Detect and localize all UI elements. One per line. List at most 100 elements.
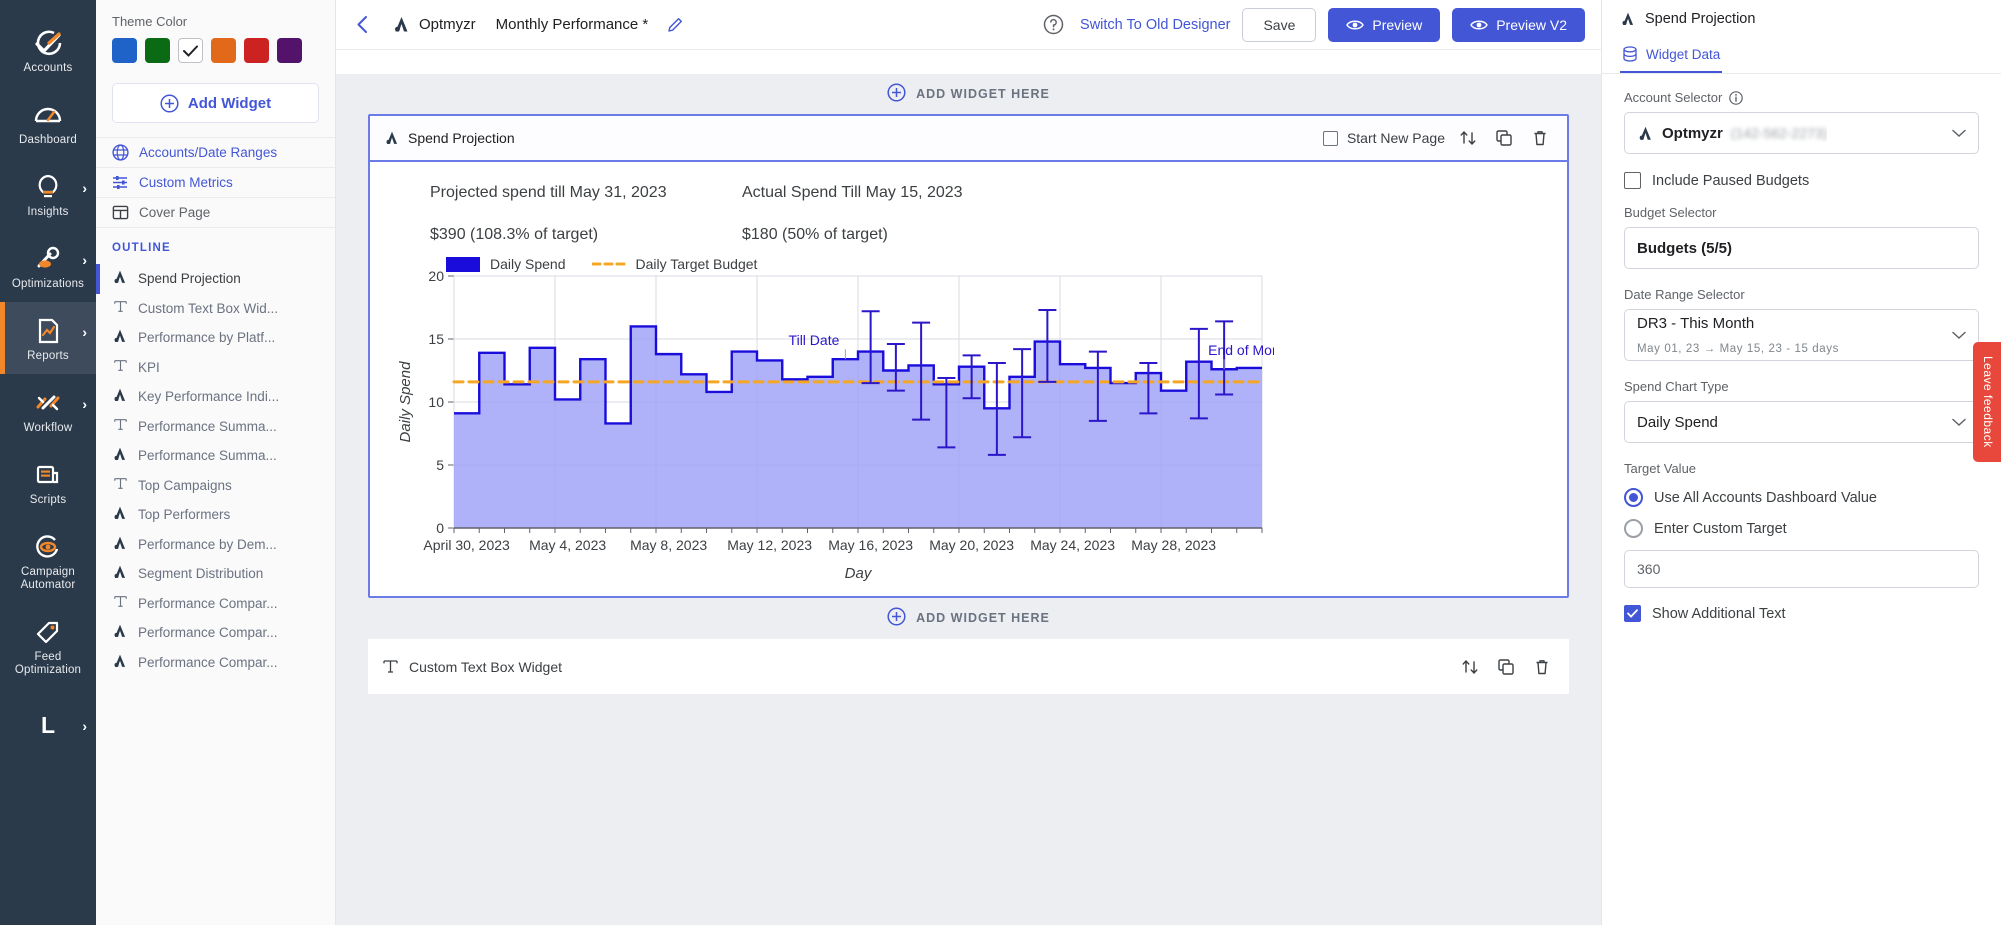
chart-icon — [1620, 11, 1636, 27]
brand: Optmyzr — [392, 15, 476, 34]
add-widget-here-top[interactable]: ADD WIDGET HERE — [368, 74, 1569, 114]
sidebar-item-campaign-automator[interactable]: Campaign Automator — [0, 518, 96, 603]
custom-text-box-widget[interactable]: Custom Text Box Widget — [368, 638, 1569, 694]
add-widget-here-label: ADD WIDGET HERE — [916, 611, 1050, 625]
optmyzr-logo-icon — [1637, 125, 1654, 142]
outline-item[interactable]: Performance Summa... — [96, 412, 335, 442]
outline-item[interactable]: Performance by Platf... — [96, 323, 335, 353]
theme-swatch-purple[interactable] — [277, 38, 302, 63]
outline-item[interactable]: Spend Projection — [96, 264, 335, 294]
radio-button[interactable] — [1624, 488, 1643, 507]
chart-icon — [112, 505, 128, 524]
start-new-page-checkbox[interactable] — [1323, 131, 1338, 146]
theme-swatch-green[interactable] — [145, 38, 170, 63]
outline-item[interactable]: Performance by Dem... — [96, 530, 335, 560]
report-canvas: ADD WIDGET HERE Spend Projection Start N… — [336, 50, 1601, 925]
top-toolbar: Optmyzr Monthly Performance * Switch To … — [336, 0, 1601, 50]
start-new-page-toggle[interactable]: Start New Page — [1323, 130, 1445, 146]
delete-icon[interactable] — [1527, 125, 1553, 151]
chart-icon — [112, 564, 128, 583]
eye-icon — [1470, 18, 1488, 32]
show-additional-text-checkbox[interactable] — [1624, 605, 1641, 622]
leave-feedback-tab[interactable]: Leave feedback — [1973, 342, 2001, 462]
sidebar-item-accounts[interactable]: Accounts — [0, 14, 96, 86]
preview-button[interactable]: Preview — [1328, 8, 1440, 42]
chevron-down-icon — [1952, 129, 1966, 138]
sidebar-item-scripts[interactable]: Scripts — [0, 446, 96, 518]
y-axis-tick: 15 — [428, 331, 444, 347]
chart-icon — [112, 387, 128, 406]
sidebar-item-label: Optimizations — [0, 278, 96, 291]
outline-item[interactable]: Key Performance Indi... — [96, 382, 335, 412]
include-paused-budgets-checkbox[interactable] — [1624, 172, 1641, 189]
sort-icon[interactable] — [1457, 654, 1483, 680]
back-arrow-icon[interactable] — [346, 8, 380, 42]
scripts-icon — [0, 459, 96, 489]
chevron-right-icon: › — [82, 324, 87, 340]
budget-selector[interactable]: Budgets (5/5) — [1624, 227, 1979, 269]
sidebar-item-optimizations[interactable]: › Optimizations — [0, 230, 96, 302]
stat-title: Projected spend till May 31, 2023 — [430, 184, 742, 202]
delete-icon[interactable] — [1529, 654, 1555, 680]
show-additional-text-row[interactable]: Show Additional Text — [1624, 605, 1979, 622]
sidebar-item-workflow[interactable]: › Workflow — [0, 374, 96, 446]
editor-main: Optmyzr Monthly Performance * Switch To … — [336, 0, 1601, 925]
chart-svg: 05101520April 30, 2023May 4, 2023May 8, … — [394, 270, 1274, 586]
outline-item[interactable]: Performance Summa... — [96, 441, 335, 471]
radio-use-all-accounts[interactable]: Use All Accounts Dashboard Value — [1624, 488, 1979, 507]
x-axis-label: Day — [845, 565, 873, 582]
x-axis-tick: May 8, 2023 — [630, 537, 707, 553]
outline-item[interactable]: Performance Compar... — [96, 648, 335, 678]
theme-swatch-orange[interactable] — [211, 38, 236, 63]
widget-title: Spend Projection — [384, 130, 515, 146]
include-paused-budgets-row[interactable]: Include Paused Budgets — [1624, 172, 1979, 189]
duplicate-icon[interactable] — [1491, 125, 1517, 151]
outline-item[interactable]: Segment Distribution — [96, 559, 335, 589]
panel-scrollbar[interactable] — [1601, 182, 1602, 302]
outline-item[interactable]: KPI — [96, 353, 335, 383]
preview-v2-button[interactable]: Preview V2 — [1452, 8, 1585, 42]
theme-swatch-red[interactable] — [244, 38, 269, 63]
duplicate-icon[interactable] — [1493, 654, 1519, 680]
radio-enter-custom-target[interactable]: Enter Custom Target — [1624, 519, 1979, 538]
sidebar-item-reports[interactable]: › Reports — [0, 302, 96, 374]
outline-item[interactable]: Performance Compar... — [96, 589, 335, 619]
pencil-icon[interactable] — [660, 10, 690, 40]
sidebar-item-insights[interactable]: › Insights — [0, 158, 96, 230]
document-title[interactable]: Monthly Performance * — [496, 16, 649, 33]
info-icon[interactable] — [1729, 91, 1743, 105]
x-axis-tick: May 12, 2023 — [727, 537, 812, 553]
outline-link-accounts-date-ranges[interactable]: Accounts/Date Ranges — [96, 137, 335, 167]
tab-widget-data[interactable]: Widget Data — [1620, 38, 1722, 73]
stat-row: Projected spend till May 31, 2023 $390 (… — [394, 178, 1543, 248]
sidebar-item-feed-optimization[interactable]: Feed Optimization — [0, 603, 96, 688]
add-widget-here-bottom[interactable]: ADD WIDGET HERE — [368, 598, 1569, 638]
theme-swatch-blue[interactable] — [112, 38, 137, 63]
outline-item-label: Segment Distribution — [138, 566, 263, 581]
spend-projection-widget[interactable]: Spend Projection Start New Page — [368, 114, 1569, 598]
account-selector[interactable]: Optmyzr (142-562-2273) — [1624, 112, 1979, 154]
date-range-selector[interactable]: DR3 - This Month May 01, 23 → May 15, 23… — [1624, 309, 1979, 361]
outline-item[interactable]: Top Performers — [96, 500, 335, 530]
outline-item[interactable]: Top Campaigns — [96, 471, 335, 501]
outline-link-cover-page[interactable]: Cover Page — [96, 197, 335, 227]
sidebar-item-l[interactable]: L › — [0, 688, 96, 751]
radio-button[interactable] — [1624, 519, 1643, 538]
custom-target-input[interactable]: 360 — [1624, 550, 1979, 588]
switch-to-old-designer-link[interactable]: Switch To Old Designer — [1080, 17, 1230, 33]
sidebar-item-dashboard[interactable]: Dashboard — [0, 86, 96, 158]
theme-swatch-selected[interactable] — [178, 38, 203, 63]
sidebar-item-label: Campaign Automator — [0, 566, 96, 592]
x-axis-tick: May 24, 2023 — [1030, 537, 1115, 553]
save-button[interactable]: Save — [1242, 8, 1316, 42]
outline-link-custom-metrics[interactable]: Custom Metrics — [96, 167, 335, 197]
spend-chart-type-selector[interactable]: Daily Spend — [1624, 401, 1979, 443]
add-widget-button[interactable]: Add Widget — [112, 83, 319, 123]
help-circle-icon[interactable] — [1038, 10, 1068, 40]
sort-icon[interactable] — [1455, 125, 1481, 151]
outline-panel: Theme Color Add Widget Accounts/Date Ran… — [96, 0, 336, 925]
chevron-right-icon: › — [82, 252, 87, 268]
outline-item[interactable]: Custom Text Box Wid... — [96, 294, 335, 324]
sidebar-item-label: Insights — [0, 206, 96, 219]
outline-item[interactable]: Performance Compar... — [96, 618, 335, 648]
